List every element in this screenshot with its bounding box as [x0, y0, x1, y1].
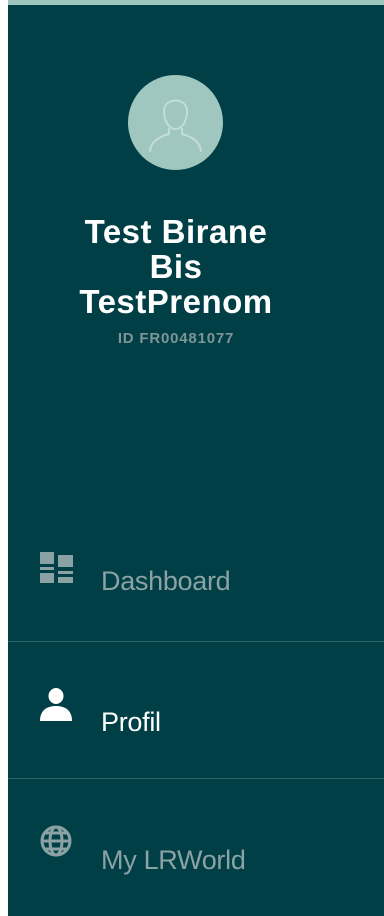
nav-item-profil[interactable]: Profil [8, 642, 384, 779]
user-name-line: TestPrenom [79, 283, 273, 320]
user-icon [38, 687, 78, 727]
nav-item-dashboard[interactable]: Dashboard [8, 505, 384, 642]
nav-item-label: Dashboard [101, 566, 231, 596]
nav-item-label: My LRWorld [101, 845, 246, 875]
user-name: Test Birane Bis TestPrenom [8, 214, 344, 319]
user-name-line: Bis [149, 248, 203, 285]
user-name-line: Test Birane [84, 213, 268, 250]
nav-item-my-lrworld[interactable]: My LRWorld [8, 779, 384, 915]
top-accent-bar [8, 0, 384, 5]
user-id: ID FR00481077 [117, 330, 235, 347]
globe-icon [38, 824, 78, 864]
avatar[interactable] [128, 75, 223, 170]
dashboard-icon [38, 550, 78, 590]
sidebar: Test Birane Bis TestPrenom ID FR00481077… [8, 0, 384, 916]
user-silhouette-icon [149, 99, 202, 153]
nav-item-label: Profil [101, 707, 161, 737]
